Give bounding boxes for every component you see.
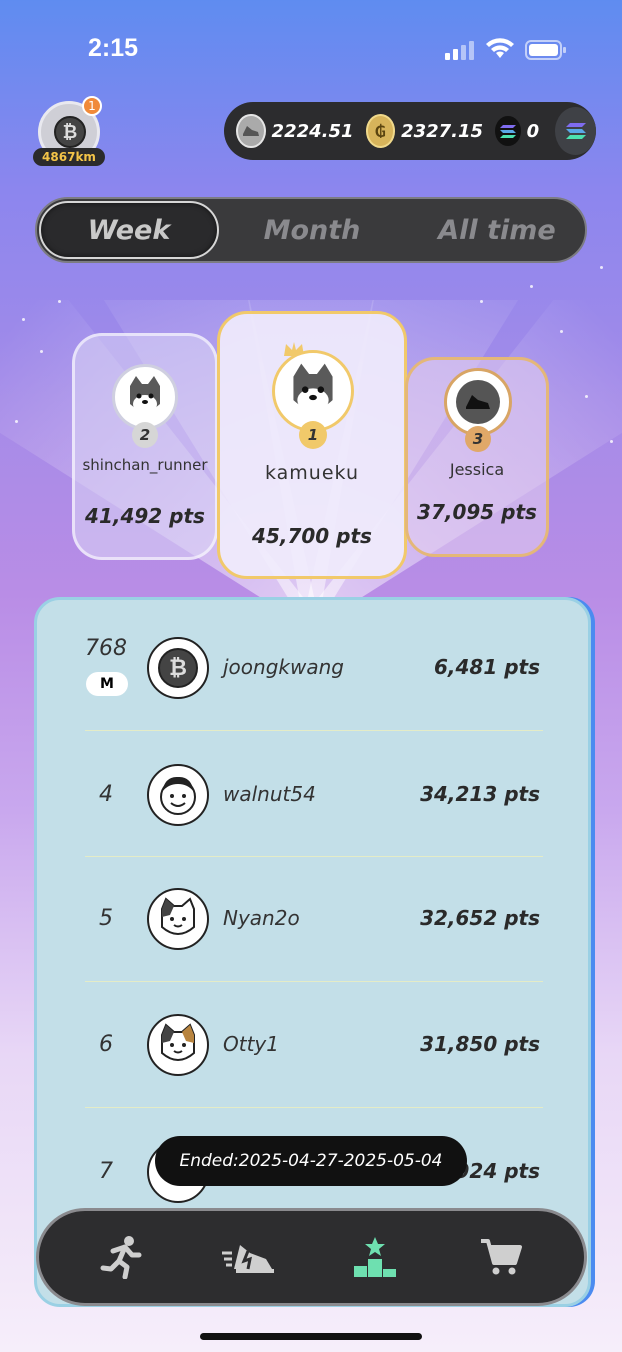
- tab-week[interactable]: Week: [39, 201, 219, 259]
- battery-icon: [525, 39, 567, 65]
- rank-number: 5: [99, 906, 113, 931]
- player-points: 32,652 pts: [420, 906, 540, 930]
- player-points: 41,492 pts: [85, 504, 205, 528]
- leaderboard-icon[interactable]: [335, 1227, 415, 1287]
- my-rank-row[interactable]: 768 M ₿ joongkwang 6,481 pts: [37, 600, 588, 725]
- player-name: shinchan_runner: [82, 456, 208, 474]
- player-points: 6,481 pts: [433, 655, 540, 679]
- player-name: kamueku: [264, 462, 359, 484]
- rank-badge: 1: [299, 421, 327, 449]
- podium-first[interactable]: 1 kamueku 45,700 pts: [217, 311, 407, 579]
- solana-icon: [495, 116, 521, 146]
- cart-icon[interactable]: [461, 1227, 541, 1287]
- boy-avatar: [147, 764, 209, 826]
- cat-avatar: [147, 1014, 209, 1076]
- rank-badge: 2: [132, 422, 158, 448]
- gst-coin-icon: ₲: [365, 114, 396, 148]
- player-points: 45,700 pts: [252, 524, 372, 548]
- rank-badge: 3: [465, 426, 491, 452]
- season-ended-toast: Ended:2025-04-27-2025-05-04: [155, 1136, 467, 1186]
- shiba-avatar: [112, 364, 178, 430]
- period-tabs: Week Month All time: [35, 197, 587, 263]
- sneaker-icon[interactable]: [208, 1227, 288, 1287]
- shiba-avatar: [272, 350, 354, 432]
- me-badge: M: [86, 672, 128, 696]
- wallet-bar[interactable]: 2224.51 ₲ 2327.15 0: [224, 102, 597, 160]
- table-row[interactable]: 6 Otty1 31,850 pts: [37, 983, 588, 1108]
- tab-month[interactable]: Month: [227, 199, 397, 261]
- row-divider: [85, 981, 543, 982]
- notification-badge: 1: [82, 96, 102, 116]
- player-name: walnut54: [223, 782, 316, 806]
- wifi-icon: [485, 38, 515, 64]
- rank-number: 4: [99, 782, 113, 807]
- wallet-value: 0: [526, 120, 540, 142]
- distance-label: 4867km: [33, 148, 105, 166]
- sneaker-coin-icon: [236, 114, 266, 148]
- bottom-nav: [36, 1208, 587, 1306]
- table-row[interactable]: 4 walnut54 34,213 pts: [37, 732, 588, 857]
- player-points: 31,850 pts: [420, 1032, 540, 1056]
- wallet-value: 2224.51: [271, 120, 354, 142]
- run-icon[interactable]: [82, 1227, 162, 1287]
- table-row[interactable]: 5 Nyan2o 32,652 pts: [37, 858, 588, 983]
- player-name: Otty1: [223, 1032, 279, 1056]
- player-name: joongkwang: [223, 655, 344, 679]
- solana-switch-button[interactable]: [555, 107, 597, 155]
- rank-number: 6: [99, 1032, 113, 1057]
- player-points: 37,095 pts: [417, 500, 537, 524]
- bitcoin-icon: ₿: [54, 116, 86, 148]
- bitcoin-avatar: ₿: [147, 637, 209, 699]
- podium-third[interactable]: 3 Jessica 37,095 pts: [405, 357, 549, 557]
- player-points: 34,213 pts: [420, 782, 540, 806]
- tab-all-time[interactable]: All time: [407, 199, 587, 261]
- leaderboard-list[interactable]: 768 M ₿ joongkwang 6,481 pts 4 walnut54 …: [34, 597, 591, 1307]
- rank-number: 7: [99, 1159, 113, 1184]
- cat-avatar: [147, 888, 209, 950]
- row-divider: [85, 856, 543, 857]
- row-divider: [85, 1107, 543, 1108]
- signal-icon: [445, 40, 475, 64]
- player-points: 924 pts: [455, 1159, 541, 1183]
- rank-number: 768: [85, 636, 127, 661]
- wallet-value: 2327.15: [401, 120, 484, 142]
- status-time: 2:15: [88, 34, 139, 62]
- row-divider: [85, 730, 543, 731]
- podium-second[interactable]: 2 shinchan_runner 41,492 pts: [72, 333, 218, 560]
- home-indicator[interactable]: [200, 1333, 422, 1340]
- player-name: Jessica: [449, 460, 505, 479]
- player-name: Nyan2o: [223, 906, 300, 930]
